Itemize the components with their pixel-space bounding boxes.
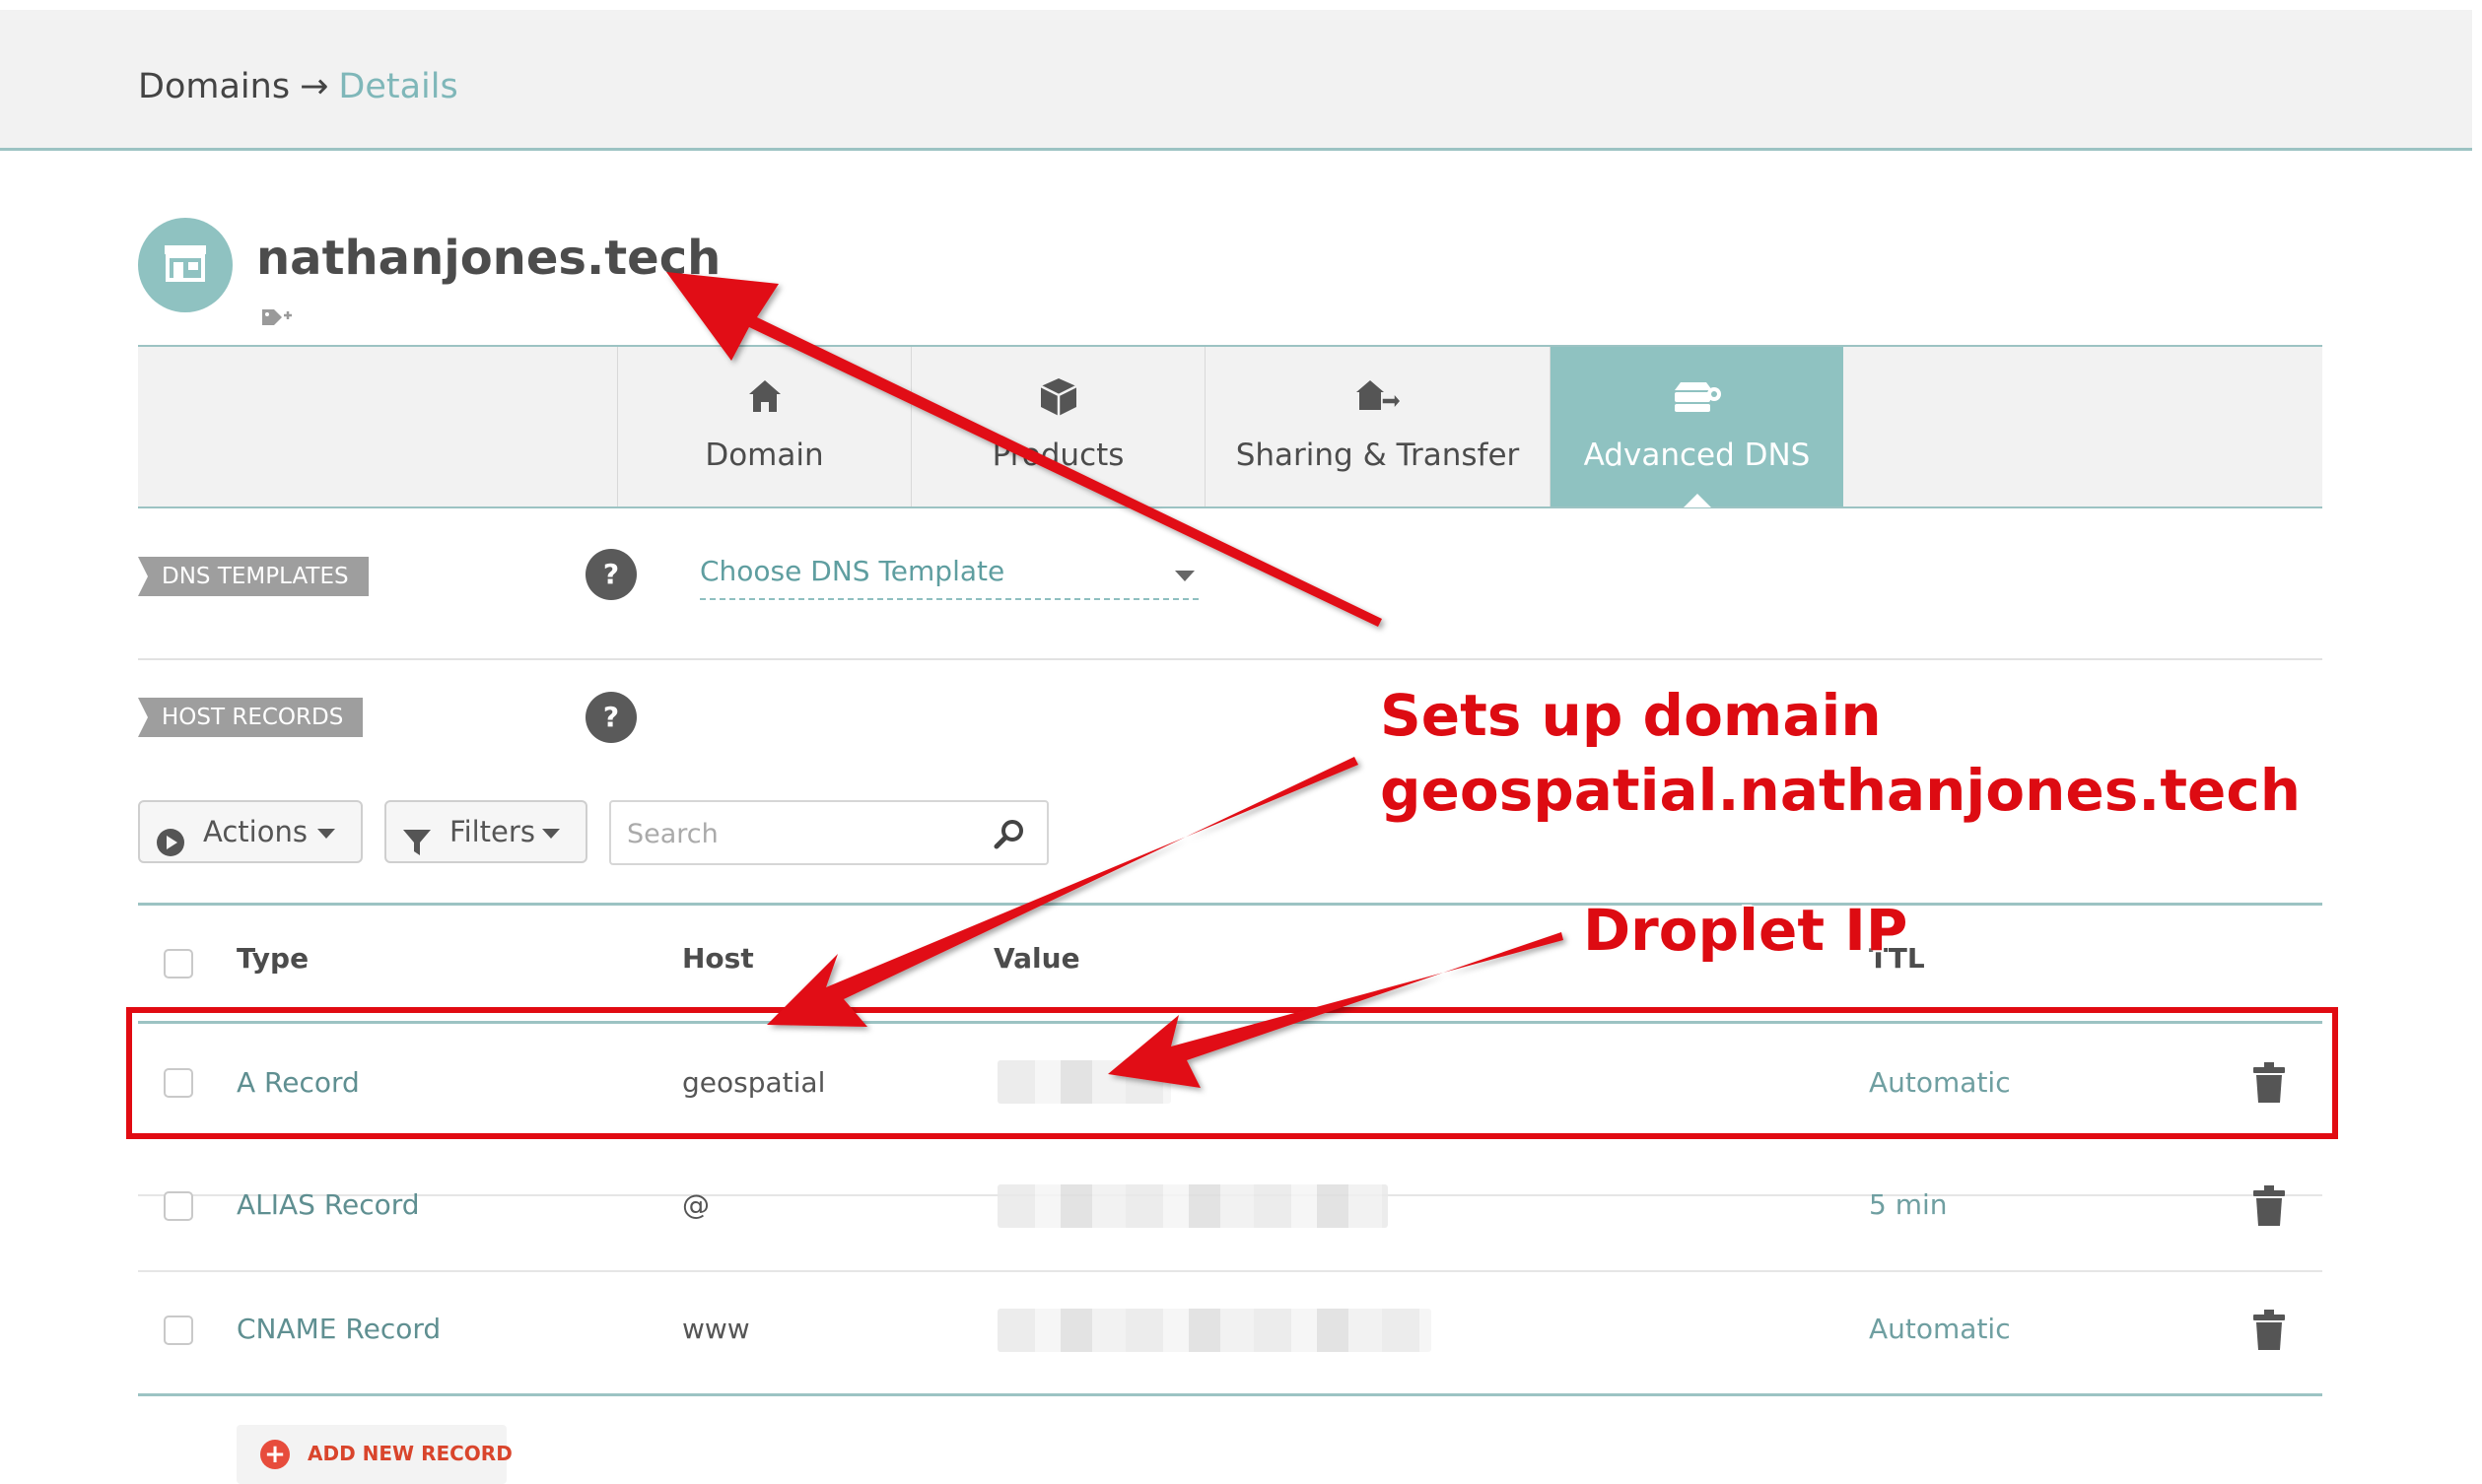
annotation-arrow bbox=[1108, 932, 1563, 1088]
annotation-text: geospatial.nathanjones.tech bbox=[1380, 757, 2302, 824]
annotation-arrows bbox=[666, 272, 1563, 1088]
annotation-arrow bbox=[666, 272, 1382, 627]
annotation-text: Sets up domain bbox=[1380, 682, 1882, 749]
annotation-arrow bbox=[767, 757, 1358, 1027]
annotation-text: Droplet IP bbox=[1583, 897, 1908, 964]
